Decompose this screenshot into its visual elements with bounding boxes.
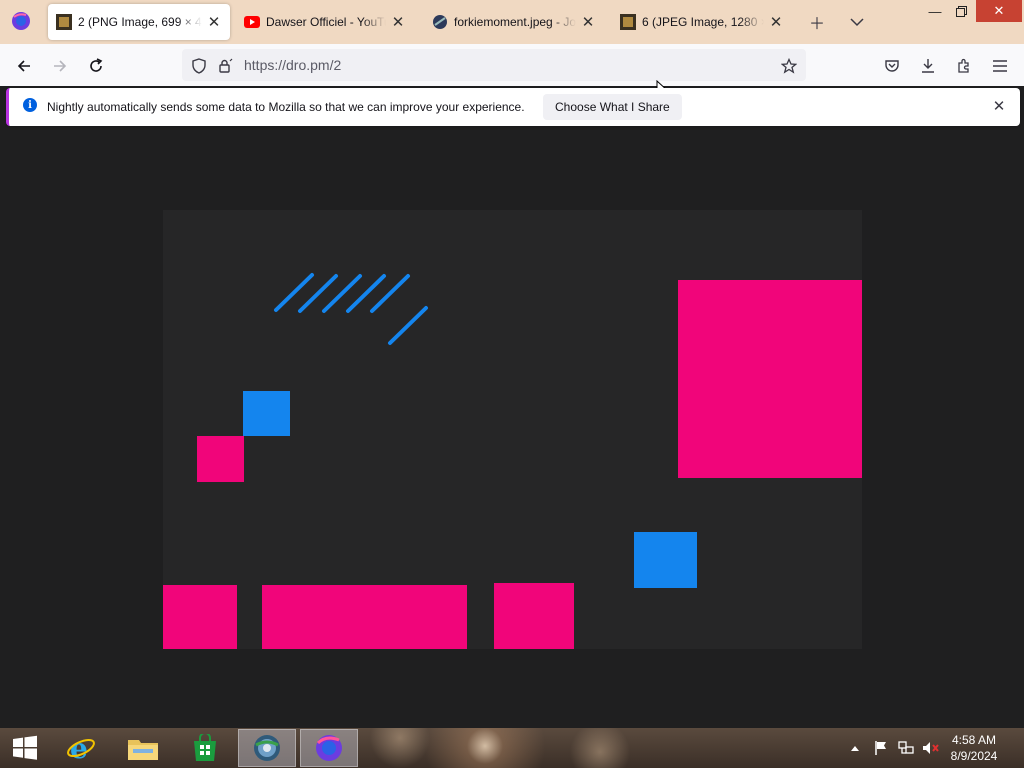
close-notification-icon[interactable]: ✕ <box>990 97 1008 115</box>
file-explorer-icon[interactable] <box>114 729 172 767</box>
choose-what-i-share-button[interactable]: Choose What I Share <box>543 94 682 120</box>
large-pink-rectangle <box>678 280 862 478</box>
tab-jpeg-image[interactable]: 6 (JPEG Image, 1280 × 72 ✕ <box>612 4 792 40</box>
pink-block-shape <box>163 585 237 649</box>
windows-store-icon[interactable] <box>176 729 234 767</box>
list-all-tabs-chevron-icon[interactable] <box>845 10 869 34</box>
tab-title: 2 (PNG Image, 699 × 439 <box>78 15 202 29</box>
navigation-toolbar: https://dro.pm/2 <box>0 44 1024 86</box>
blue-square-shape <box>634 532 697 588</box>
blue-square-shape <box>243 391 290 436</box>
show-hidden-icons-chevron[interactable] <box>850 728 860 768</box>
jott-icon <box>432 14 448 30</box>
page-viewport <box>0 130 1024 728</box>
tab-png-image[interactable]: 2 (PNG Image, 699 × 439 ✕ <box>48 4 230 40</box>
tab-title: 6 (JPEG Image, 1280 × 72 <box>642 15 764 29</box>
windows-start-icon[interactable] <box>0 729 50 767</box>
tracking-protection-shield-icon[interactable] <box>190 57 208 75</box>
pink-block-shape <box>494 583 574 649</box>
close-tab-icon[interactable]: ✕ <box>390 13 406 31</box>
image-thumbnail-icon <box>620 14 636 30</box>
close-tab-icon[interactable]: ✕ <box>580 13 596 31</box>
downloads-icon[interactable] <box>914 52 942 80</box>
notification-message: Nightly automatically sends some data to… <box>47 100 525 114</box>
windows-taskbar: e 4:58 AM 8/9/2024 <box>0 728 1024 768</box>
restore-icon[interactable] <box>946 0 976 22</box>
url-text: https://dro.pm/2 <box>244 57 342 73</box>
close-tab-icon[interactable]: ✕ <box>768 13 784 31</box>
lock-icon[interactable] <box>216 57 234 75</box>
tab-jott[interactable]: forkiemoment.jpeg - Jott ✕ <box>424 4 604 40</box>
network-icon[interactable] <box>898 728 914 768</box>
info-icon: i <box>23 98 37 112</box>
firefox-nightly-taskbar-icon[interactable] <box>300 729 358 767</box>
url-bar[interactable]: https://dro.pm/2 <box>182 49 806 81</box>
displayed-png-image <box>163 210 862 649</box>
internet-explorer-icon[interactable]: e <box>52 729 110 767</box>
hamburger-menu-icon[interactable] <box>986 52 1014 80</box>
tab-title: Dawser Officiel - YouTube <box>266 15 386 29</box>
app-globe-icon[interactable] <box>238 729 296 767</box>
volume-muted-icon[interactable] <box>922 728 940 768</box>
taskbar-clock[interactable]: 4:58 AM 8/9/2024 <box>944 732 1004 764</box>
tab-title: forkiemoment.jpeg - Jott <box>454 15 576 29</box>
new-tab-plus-icon[interactable]: ＋ <box>805 10 829 34</box>
extensions-puzzle-icon[interactable] <box>950 52 978 80</box>
image-thumbnail-icon <box>56 14 72 30</box>
close-tab-icon[interactable]: ✕ <box>206 13 222 31</box>
pink-square-shape <box>197 436 244 482</box>
tab-youtube[interactable]: Dawser Officiel - YouTube ✕ <box>236 4 414 40</box>
bookmark-star-icon[interactable] <box>780 57 798 75</box>
pocket-icon[interactable] <box>878 52 906 80</box>
clock-time: 4:58 AM <box>951 733 997 747</box>
tab-strip: 2 (PNG Image, 699 × 439 ✕ Dawser Officie… <box>0 0 1024 44</box>
back-arrow-icon[interactable] <box>10 52 38 80</box>
youtube-icon <box>244 14 260 30</box>
firefox-nightly-menu-icon[interactable] <box>8 8 34 34</box>
reload-icon[interactable] <box>82 52 110 80</box>
blue-diagonal-lines-graphic <box>274 273 428 345</box>
forward-arrow-icon[interactable] <box>46 52 74 80</box>
svg-text:e: e <box>70 733 88 763</box>
action-center-flag-icon[interactable] <box>874 728 888 768</box>
close-window-icon[interactable]: ✕ <box>976 0 1022 22</box>
clock-date: 8/9/2024 <box>950 749 998 763</box>
pink-wide-block-shape <box>262 585 467 649</box>
data-collection-notification-bar: i Nightly automatically sends some data … <box>6 88 1020 126</box>
